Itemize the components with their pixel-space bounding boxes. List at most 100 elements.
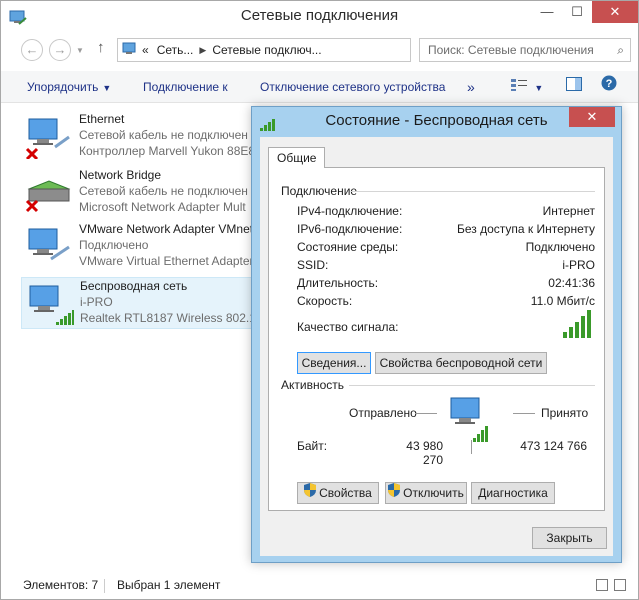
organize-label: Упорядочить — [27, 80, 99, 94]
media-state-row: Состояние среды: Подключено — [297, 240, 595, 256]
activity-divider — [471, 440, 472, 454]
maximize-button[interactable]: ☐ — [562, 1, 592, 23]
ipv4-row: IPv4-подключение: Интернет — [297, 204, 595, 220]
connection-status: Сетевой кабель не подключен — [79, 184, 248, 198]
disable-label: Отключить — [403, 486, 464, 500]
breadcrumb-separator-icon: ▶ — [199, 44, 207, 55]
tab-general[interactable]: Общие — [268, 147, 326, 168]
connection-status: i-PRO — [80, 295, 113, 309]
connect-to-button[interactable]: Подключение к — [143, 71, 228, 103]
signal-bars-icon — [563, 310, 595, 341]
uac-shield-icon — [388, 482, 401, 503]
speed-label: Скорость: — [297, 294, 353, 308]
large-icons-view-icon[interactable] — [614, 579, 626, 591]
status-bar: Элементов: 7 Выбран 1 элемент — [1, 571, 638, 599]
address-path[interactable]: « Сеть... ▶ Сетевые подключ... ▼ ↻ — [117, 38, 411, 62]
disable-device-button[interactable]: Отключение сетевого устройства — [260, 71, 445, 103]
ssid-label: SSID: — [297, 258, 329, 272]
breadcrumb-overflow[interactable]: « — [142, 43, 149, 57]
wireless-properties-button[interactable]: Свойства беспроводной сети — [375, 352, 547, 374]
window-titlebar: Сетевые подключения — ☐ ✕ — [1, 1, 638, 31]
preview-pane-icon — [566, 77, 582, 94]
dialog-titlebar: Состояние - Беспроводная сеть ✕ — [252, 107, 621, 135]
ssid-row: SSID: i-PRO — [297, 258, 595, 274]
search-input[interactable]: Поиск: Сетевые подключения ⌕ — [419, 38, 631, 62]
close-button[interactable]: ✕ — [592, 1, 638, 23]
organize-button[interactable]: Упорядочить ▼ — [27, 71, 111, 103]
item-count: Элементов: 7 — [23, 578, 99, 592]
connection-adapter: VMware Virtual Ethernet Adapter — [79, 254, 254, 268]
help-icon: ? — [601, 75, 617, 94]
ipv4-label: IPv4-подключение: — [297, 204, 403, 218]
minimize-button[interactable]: — — [532, 1, 562, 23]
window-title: Сетевые подключения — [240, 7, 399, 24]
dialog-title: Состояние - Беспроводная сеть — [325, 112, 548, 129]
ssid-value: i-PRO — [562, 258, 595, 272]
close-dialog-button[interactable]: Закрыть — [532, 527, 607, 549]
dialog-close-button[interactable]: ✕ — [569, 107, 615, 127]
preview-pane-button[interactable] — [566, 71, 582, 103]
connection-text: VMware Network Adapter VMnet Подключено … — [79, 221, 254, 269]
network-bridge-icon — [25, 173, 73, 215]
dialog-body: Общие Подключение IPv4-подключение: Инте… — [260, 137, 613, 556]
search-icon[interactable]: ⌕ — [617, 39, 624, 61]
diagnose-button[interactable]: Диагностика — [471, 482, 555, 504]
more-commands-button[interactable]: » — [467, 71, 475, 103]
ipv6-value: Без доступа к Интернету — [456, 222, 595, 236]
connection-text: Беспроводная сеть i-PRO Realtek RTL8187 … — [80, 278, 268, 326]
details-view-icon[interactable] — [596, 579, 608, 591]
status-separator — [104, 579, 105, 593]
signal-quality-row: Качество сигнала: — [297, 310, 595, 346]
svg-text:?: ? — [606, 78, 613, 90]
signal-quality-label: Качество сигнала: — [297, 320, 399, 334]
connection-name: Ethernet — [79, 112, 125, 126]
wireless-adapter-icon — [26, 284, 74, 326]
change-view-button[interactable]: ▼ — [511, 71, 543, 103]
bytes-sent-value: 43 980 270 — [406, 439, 443, 467]
help-button[interactable]: ? — [601, 71, 617, 103]
sent-line — [415, 413, 437, 414]
command-bar: Упорядочить ▼ Подключение к Отключение се… — [1, 71, 638, 103]
list-item[interactable]: Беспроводная сеть i-PRO Realtek RTL8187 … — [21, 277, 268, 329]
group-divider — [351, 191, 595, 192]
connection-adapter: Контроллер Marvell Yukon 88E8 — [79, 144, 256, 158]
connection-name: Network Bridge — [79, 168, 162, 182]
chevron-down-icon: ▼ — [534, 83, 544, 93]
connection-name: Беспроводная сеть — [80, 279, 188, 293]
list-item[interactable]: Ethernet Сетевой кабель не подключен Кон… — [21, 111, 261, 163]
recent-locations-button[interactable]: ▼ — [73, 39, 87, 61]
properties-button[interactable]: Свойства — [297, 482, 379, 504]
connection-adapter: Microsoft Network Adapter Mult — [79, 200, 246, 214]
wireless-status-dialog: Состояние - Беспроводная сеть ✕ Общие По… — [251, 106, 622, 563]
vmware-adapter-icon — [25, 227, 73, 269]
selected-count: Выбран 1 элемент — [117, 578, 221, 592]
duration-row: Длительность: 02:41:36 — [297, 276, 595, 292]
breadcrumb-network[interactable]: Сеть... — [157, 43, 194, 57]
media-state-value: Подключено — [525, 240, 595, 254]
search-placeholder: Поиск: Сетевые подключения — [428, 43, 594, 57]
up-button[interactable]: ↑ — [97, 39, 105, 56]
duration-label: Длительность: — [297, 276, 379, 290]
activity-group-label: Активность — [281, 378, 345, 392]
received-line — [513, 413, 535, 414]
list-item[interactable]: VMware Network Adapter VMnet Подключено … — [21, 221, 261, 273]
sent-label: Отправлено — [349, 406, 417, 420]
disable-button[interactable]: Отключить — [385, 482, 467, 504]
breadcrumb-network-connections[interactable]: Сетевые подключ... — [212, 43, 321, 57]
details-button[interactable]: Сведения... — [297, 352, 371, 374]
address-bar: ← → ▼ ↑ « Сеть... ▶ Сетевые подключ... ▼… — [1, 33, 638, 67]
general-tab-panel: Подключение IPv4-подключение: Интернет I… — [268, 167, 605, 511]
network-location-icon — [122, 42, 138, 59]
ipv6-row: IPv6-подключение: Без доступа к Интернет… — [297, 222, 595, 238]
connection-adapter: Realtek RTL8187 Wireless 802.11b — [80, 311, 269, 325]
list-item[interactable]: Network Bridge Сетевой кабель не подключ… — [21, 167, 261, 219]
back-button[interactable]: ← — [21, 39, 43, 61]
received-label: Принято — [541, 406, 589, 420]
ipv6-label: IPv6-подключение: — [297, 222, 403, 236]
connection-status: Подключено — [79, 238, 149, 252]
group-divider — [349, 385, 595, 386]
ipv4-value: Интернет — [542, 204, 595, 218]
forward-button[interactable]: → — [49, 39, 71, 61]
chevron-down-icon: ▼ — [102, 83, 112, 93]
properties-label: Свойства — [319, 486, 372, 500]
